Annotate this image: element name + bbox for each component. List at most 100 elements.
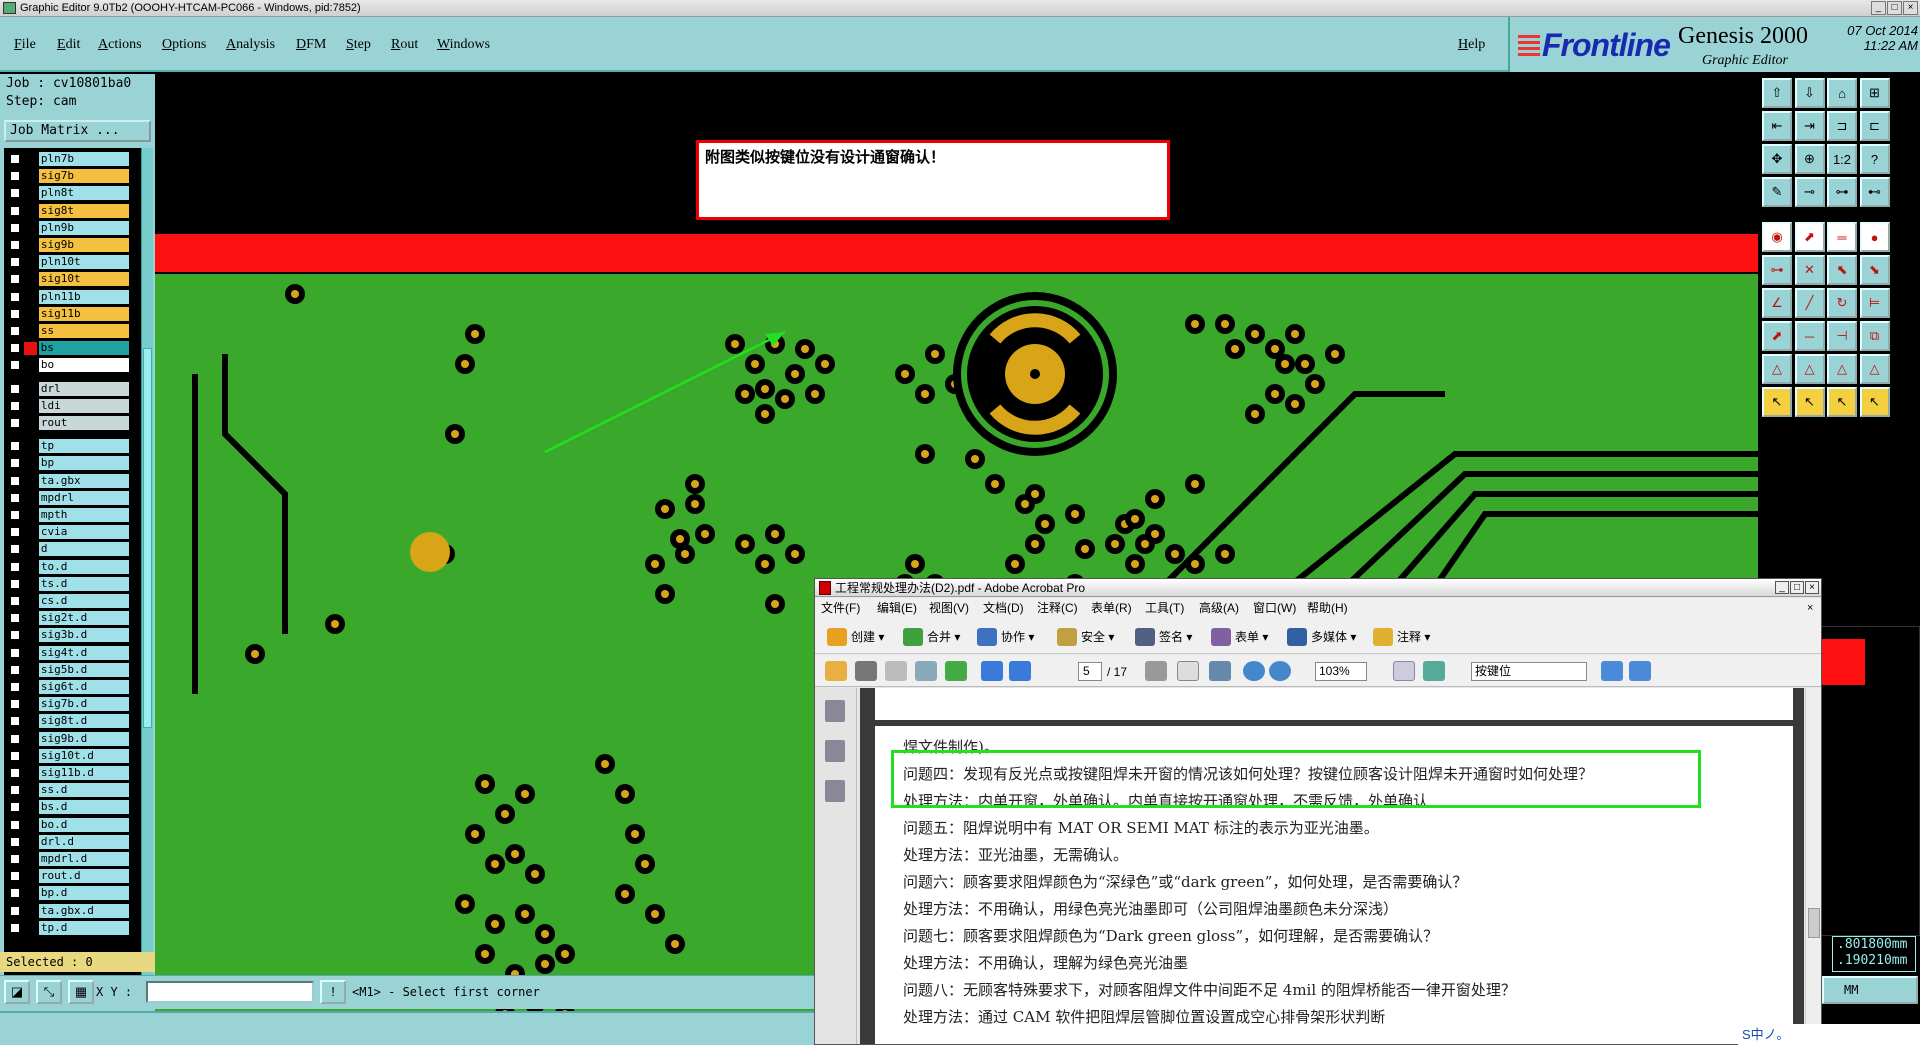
acro-menu-document[interactable]: 文档(D) <box>983 598 1024 618</box>
layer-row[interactable]: pln8t <box>4 186 129 201</box>
attachments-panel-icon[interactable] <box>825 780 845 802</box>
menu-dfm[interactable]: DFM <box>296 37 326 53</box>
close-icon[interactable]: × <box>1903 1 1918 15</box>
tool-button-icon[interactable]: ✕ <box>1794 255 1825 285</box>
acrobat-minimize-icon[interactable]: _ <box>1775 581 1789 594</box>
layer-checkbox[interactable] <box>10 544 20 555</box>
layer-checkbox[interactable] <box>10 274 20 285</box>
layer-row[interactable]: sig9b.d <box>4 731 129 746</box>
tool-button-icon[interactable]: ? <box>1859 144 1890 174</box>
tool-button-icon[interactable]: ─ <box>1794 321 1825 351</box>
zoom-tool-icon[interactable]: ⤡ <box>36 980 62 1004</box>
search-input[interactable]: 按键位 <box>1471 662 1587 681</box>
tool-button-icon[interactable]: ✎ <box>1762 177 1792 207</box>
next-page-icon[interactable] <box>1009 661 1031 681</box>
job-matrix-button[interactable]: Job Matrix ... <box>4 120 151 142</box>
tool-button-icon[interactable]: ⊸ <box>1794 177 1825 207</box>
layer-checkbox[interactable] <box>10 257 20 268</box>
mini-map[interactable] <box>1808 626 1920 936</box>
layer-checkbox[interactable] <box>10 733 20 744</box>
layer-row[interactable]: mpth <box>4 508 129 522</box>
acro-doc-close-icon[interactable]: × <box>1807 598 1813 618</box>
layer-row[interactable]: pln7b <box>4 152 129 166</box>
upload-icon[interactable] <box>945 661 967 681</box>
select-text-icon[interactable] <box>1145 661 1167 681</box>
save-icon[interactable] <box>885 661 907 681</box>
combine-button[interactable]: 合并 ▾ <box>901 626 960 648</box>
layer-checkbox[interactable] <box>10 905 20 916</box>
acro-menu-tools[interactable]: 工具(T) <box>1145 598 1184 618</box>
tool-button-icon[interactable]: ╱ <box>1794 288 1825 318</box>
layer-checkbox[interactable] <box>10 383 20 394</box>
layer-checkbox[interactable] <box>10 630 20 641</box>
layer-row[interactable]: ta.gbx.d <box>4 903 129 918</box>
acrobat-maximize-icon[interactable]: □ <box>1790 581 1804 594</box>
find-next-icon[interactable] <box>1629 661 1651 681</box>
menu-windows[interactable]: Windows <box>437 37 490 53</box>
layer-row[interactable]: sig10t.d <box>4 748 129 763</box>
layer-row[interactable]: sig8t.d <box>4 714 129 729</box>
tool-button-icon[interactable]: ⊞ <box>1859 78 1890 108</box>
layer-row[interactable]: rout.d <box>4 869 129 884</box>
layer-checkbox[interactable] <box>10 527 20 538</box>
layer-row[interactable]: drl.d <box>4 834 129 849</box>
tool-button-icon[interactable]: ↖ <box>1827 387 1857 417</box>
prev-page-icon[interactable] <box>981 661 1003 681</box>
tool-button-icon[interactable]: ⇥ <box>1794 111 1825 141</box>
layer-row[interactable]: ldi <box>4 398 129 413</box>
tool-button-icon[interactable]: 1:2 <box>1827 144 1857 174</box>
layer-checkbox[interactable] <box>10 596 20 606</box>
document-scrollbar[interactable] <box>1805 688 1821 1044</box>
tool-button-icon[interactable]: ⊶ <box>1762 255 1792 285</box>
tool-button-icon[interactable]: ⬊ <box>1859 255 1890 285</box>
layer-row[interactable]: sig2t.d <box>4 611 129 626</box>
layer-row[interactable]: cvia <box>4 525 129 540</box>
layer-checkbox[interactable] <box>10 836 20 847</box>
tool-button-icon[interactable]: ⊷ <box>1859 177 1890 207</box>
layer-row[interactable]: mpdrl <box>4 490 129 505</box>
layer-row[interactable]: pln9b <box>4 220 129 235</box>
zoom-out-icon[interactable] <box>1243 661 1265 681</box>
tool-button-icon[interactable]: △ <box>1794 354 1825 384</box>
tool-button-icon[interactable]: ⊐ <box>1827 111 1857 141</box>
tool-button-icon[interactable]: ∠ <box>1762 288 1792 318</box>
layer-row[interactable]: sig11b <box>4 306 129 321</box>
menu-step[interactable]: Step <box>346 37 371 53</box>
menu-actions[interactable]: Actions <box>98 37 142 53</box>
layer-row[interactable]: bs <box>4 341 129 356</box>
info-icon[interactable]: ! <box>320 980 346 1004</box>
grid-tool-icon[interactable]: ▦ <box>68 980 94 1004</box>
layer-row[interactable]: sig8t <box>4 203 129 218</box>
menu-file[interactable]: File <box>14 37 36 53</box>
layer-row[interactable]: bp <box>4 456 129 471</box>
acro-menu-comment[interactable]: 注释(C) <box>1037 598 1078 618</box>
layer-row[interactable]: tp <box>4 439 129 454</box>
tool-button-icon[interactable]: ⊏ <box>1859 111 1890 141</box>
layer-checkbox[interactable] <box>10 561 20 572</box>
zoom-input[interactable]: 103% <box>1315 662 1367 681</box>
sign-button[interactable]: 签名 ▾ <box>1133 626 1192 648</box>
layer-checkbox[interactable] <box>10 240 20 250</box>
email-icon[interactable] <box>915 661 937 681</box>
scrollbar-thumb[interactable] <box>143 348 152 728</box>
document-scroll-thumb[interactable] <box>1808 908 1820 938</box>
layer-row[interactable]: pln11b <box>4 289 129 304</box>
layer-checkbox[interactable] <box>10 171 20 182</box>
acro-menu-file[interactable]: 文件(F) <box>821 598 860 618</box>
collaborate-button[interactable]: 协作 ▾ <box>975 626 1034 648</box>
menu-help[interactable]: Help <box>1458 37 1485 53</box>
layer-row[interactable]: ss <box>4 324 129 338</box>
tool-button-icon[interactable]: ↖ <box>1762 387 1792 417</box>
layer-checkbox[interactable] <box>10 922 20 933</box>
menu-rout[interactable]: Rout <box>391 37 418 53</box>
tool-button-icon[interactable]: ⊣ <box>1827 321 1857 351</box>
create-button[interactable]: 创建 ▾ <box>825 626 884 648</box>
tool-button-icon[interactable]: ↖ <box>1859 387 1890 417</box>
layer-checkbox[interactable] <box>10 308 20 319</box>
layer-checkbox[interactable] <box>10 888 20 899</box>
layer-checkbox[interactable] <box>10 699 20 710</box>
layer-row[interactable]: tp.d <box>4 920 129 935</box>
menu-options[interactable]: Options <box>162 37 206 53</box>
acro-menu-forms[interactable]: 表单(R) <box>1091 598 1132 618</box>
tool-button-icon[interactable]: ⊕ <box>1794 144 1825 174</box>
